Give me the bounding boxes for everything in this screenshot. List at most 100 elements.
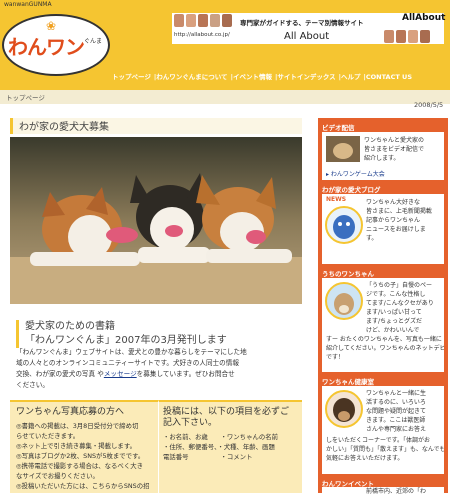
book-title-line1: 愛犬家のための書籍 — [25, 321, 115, 332]
news-text: ワンちゃん大好きな 皆さまに、上毛新聞掲載 記事からワンちゃん ニュースをお届け… — [366, 198, 432, 243]
uchi-text-line: ます/いっぱい甘って — [366, 309, 422, 316]
guide-photo — [408, 30, 418, 43]
submission-list: ◎書籍への掲載は、3月8日受付分で締め切 らせていただきます。 ◎ネット上で引き… — [16, 421, 150, 491]
nav-help[interactable]: ヘルプ — [341, 73, 361, 81]
uchi-header: うちのワンちゃん — [322, 270, 374, 278]
nav-top[interactable]: トップページ — [112, 73, 151, 81]
uchi-text-line: 紹介してください。ワンちゃんのネットデビュー — [326, 345, 444, 352]
uchi-text-line: てます/こんなクセがあり — [366, 300, 434, 307]
list-item: ◎携帯電話で撮影する場合は、なるべく大き — [16, 462, 143, 470]
list-item: なサイズでお撮りください。 — [16, 472, 99, 480]
clinic-text-line: な問題や疑問が起きて — [366, 408, 427, 415]
breadcrumb[interactable]: トップページ — [6, 92, 45, 102]
list-item: ◎ネット上で引き続き募集・掲載します。 — [16, 442, 136, 450]
nav-events[interactable]: イベント情報 — [233, 73, 272, 81]
uchi-text: 「うちの子」自慢のペー ジです。こんな性格し てます/こんなクセがあり ます/い… — [366, 281, 434, 335]
clinic-text-line: 気軽にお答えいただけます。 — [326, 455, 404, 462]
video-link[interactable]: ▸ わんワンゲーム大会 — [326, 169, 385, 178]
required-title: 投稿には、以下の項目を必ずご 記入下さい。 — [163, 407, 289, 429]
allabout-tagline: 専門家がガイドする、テーマ別情報サイト — [240, 19, 364, 27]
intro-text-part: を募集しています。ぜひお問合せ — [136, 370, 235, 378]
allabout-brand[interactable]: AllAbout — [402, 13, 445, 23]
required-title-line2: 記入下さい。 — [163, 418, 218, 428]
video-card[interactable]: ワンちゃんと愛犬家の 皆さまをビデオ配信で 紹介します。 ▸ わんワンゲーム大会 — [322, 132, 444, 180]
news-text-line: 皆さまに、上毛新聞掲載 — [366, 208, 432, 215]
required-title-line1: 投稿には、以下の項目を必ずご — [163, 407, 290, 417]
dog-face-icon — [334, 293, 354, 315]
breadcrumb-bar — [0, 90, 450, 104]
uchi-photo — [325, 282, 363, 320]
nav-contact[interactable]: CONTACT US — [366, 73, 412, 81]
nav-about[interactable]: わんワンぐんまについて — [156, 73, 227, 81]
video-text: ワンちゃんと愛犬家の 皆さまをビデオ配信で 紹介します。 — [364, 136, 424, 163]
clinic-text-line: さんや専門家にお答え — [366, 426, 427, 433]
page-title: わが家の愛犬大募集 — [10, 118, 302, 134]
submission-title: ワンちゃん写真応募の方へ — [16, 407, 125, 417]
news-card[interactable]: NEWS ワンちゃん大好きな 皆さまに、上毛新聞掲載 記事からワンちゃん ニュー… — [322, 194, 444, 264]
clinic-text-line: かしい」「質問も」「散えます」も、なんでも — [326, 446, 444, 453]
clinic-card[interactable]: ワンちゃんと一緒に生 活するのに、いろいろ な問題や疑問が起きて きます。ここは… — [322, 386, 444, 474]
dog-thumbnail-icon — [326, 136, 360, 162]
logo-text: わんワン — [8, 35, 85, 59]
uchi-text-bottom: すー おたくのワンちゃんを、写真も一緒に 紹介してください。ワンちゃんのネットデ… — [326, 335, 444, 362]
video-text-line: 紹介します。 — [364, 155, 400, 162]
date-label: 2008/5/5 — [414, 101, 444, 109]
dogs-photo — [10, 137, 302, 304]
uchi-text-line: すー おたくのワンちゃんを、写真も一緒に — [326, 336, 442, 343]
news-text-line: す。 — [366, 235, 378, 242]
list-item: 電話番号 ・コメント — [163, 453, 253, 461]
event-text: 前橋市内、近郊の「わ — [366, 488, 427, 495]
main-nav: トップページ |わんワンぐんまについて |イベント情報 |サイトインデックス |ヘルプ |… — [112, 71, 450, 83]
video-header: ビデオ配信 — [322, 124, 355, 132]
allabout-url[interactable]: http://allabout.co.jp/ — [174, 32, 230, 38]
allabout-guides-right — [384, 30, 430, 43]
mascot-icon — [333, 215, 355, 239]
uchi-text-line: ジです。こんな性格し — [366, 291, 426, 298]
video-text-line: ワンちゃんと愛犬家の — [364, 137, 425, 144]
video-link-label: わんワンゲーム大会 — [330, 171, 385, 178]
list-item: ◎書籍への掲載は、3月8日受付分で締め切 — [16, 422, 139, 430]
blog-header: わが家の愛犬ブログ — [322, 186, 381, 194]
allabout-guides-left — [174, 14, 232, 27]
clinic-text: ワンちゃんと一緒に生 活するのに、いろいろ な問題や疑問が起きて きます。ここは… — [366, 389, 426, 434]
news-label: NEWS — [326, 196, 347, 203]
guide-photo — [198, 14, 208, 27]
list-item: ・住所、郵便番号、・犬種、年齢、画題 — [163, 443, 275, 451]
guide-photo — [210, 14, 220, 27]
list-item: ・お名前、お歳 ・ワンちゃんの名前 — [163, 433, 279, 441]
clinic-photo — [325, 390, 363, 428]
uchi-text-line: ます/ちょっとグズだ — [366, 318, 423, 325]
clinic-header: ワンちゃん健康室 — [322, 378, 374, 386]
dogs-illustration — [10, 137, 302, 304]
logo-caption: wanwanGUNMA — [4, 1, 52, 8]
uchi-card[interactable]: 「うちの子」自慢のペー ジです。こんな性格し てます/こんなクセがあり ます/い… — [322, 278, 444, 372]
uchi-text-line: です！ — [326, 354, 345, 361]
intro-line: ください。 — [16, 381, 49, 389]
guide-photo — [222, 14, 232, 27]
intro-text-part: 交換、わが家の愛犬の写真 や — [16, 370, 104, 378]
list-item: らせていただきます。 — [16, 432, 80, 440]
list-item: ◎写真はブログか2枚、SNSが5枚までです。 — [16, 452, 145, 460]
book-title-line2: 「わんワンぐんま」2007年の3月発刊します — [25, 335, 227, 346]
news-text-line: 記事からワンちゃん — [366, 217, 421, 224]
list-item: ◎投稿いただいた方には、こちらからSNSの招 — [16, 482, 150, 490]
news-mascot — [325, 206, 363, 244]
intro-line: 域の人々とのオンラインコミュニティーサイトです。犬好きの人同士の情報 — [16, 359, 239, 367]
sidebar: ビデオ配信 ワンちゃんと愛犬家の 皆さまをビデオ配信で 紹介します。 ▸ わんワ… — [318, 118, 448, 495]
allabout-name[interactable]: All About — [284, 31, 329, 42]
required-fields-box: 投稿には、以下の項目を必ずご 記入下さい。 ・お名前、お歳 ・ワンちゃんの名前 … — [158, 400, 302, 493]
guide-photo — [396, 30, 406, 43]
uchi-text-line: 「うちの子」自慢のペー — [366, 282, 433, 289]
nav-sitemap[interactable]: サイトインデックス — [277, 73, 335, 81]
dog-face-icon — [333, 398, 355, 422]
clinic-text-line: 活するのに、いろいろ — [366, 399, 426, 406]
uchi-text-line: けど、かわいいんで — [366, 327, 420, 334]
event-card[interactable]: 前橋市内、近郊の「わ — [322, 487, 444, 495]
clinic-text-line: しをいただくコーナーです。「体調がお — [326, 437, 431, 444]
clinic-text-bottom: しをいただくコーナーです。「体調がお かしい」「質問も」「散えます」も、なんでも… — [326, 436, 444, 463]
video-thumbnail[interactable] — [326, 136, 360, 162]
message-link[interactable]: メッセージ — [104, 370, 137, 378]
news-text-line: ニュースをお届けしま — [366, 226, 426, 233]
required-list: ・お名前、お歳 ・ワンちゃんの名前 ・住所、郵便番号、・犬種、年齢、画題 電話番… — [163, 432, 278, 462]
intro-line: 交換、わが家の愛犬の写真 やメッセージを募集しています。ぜひお問合せ — [16, 369, 298, 380]
